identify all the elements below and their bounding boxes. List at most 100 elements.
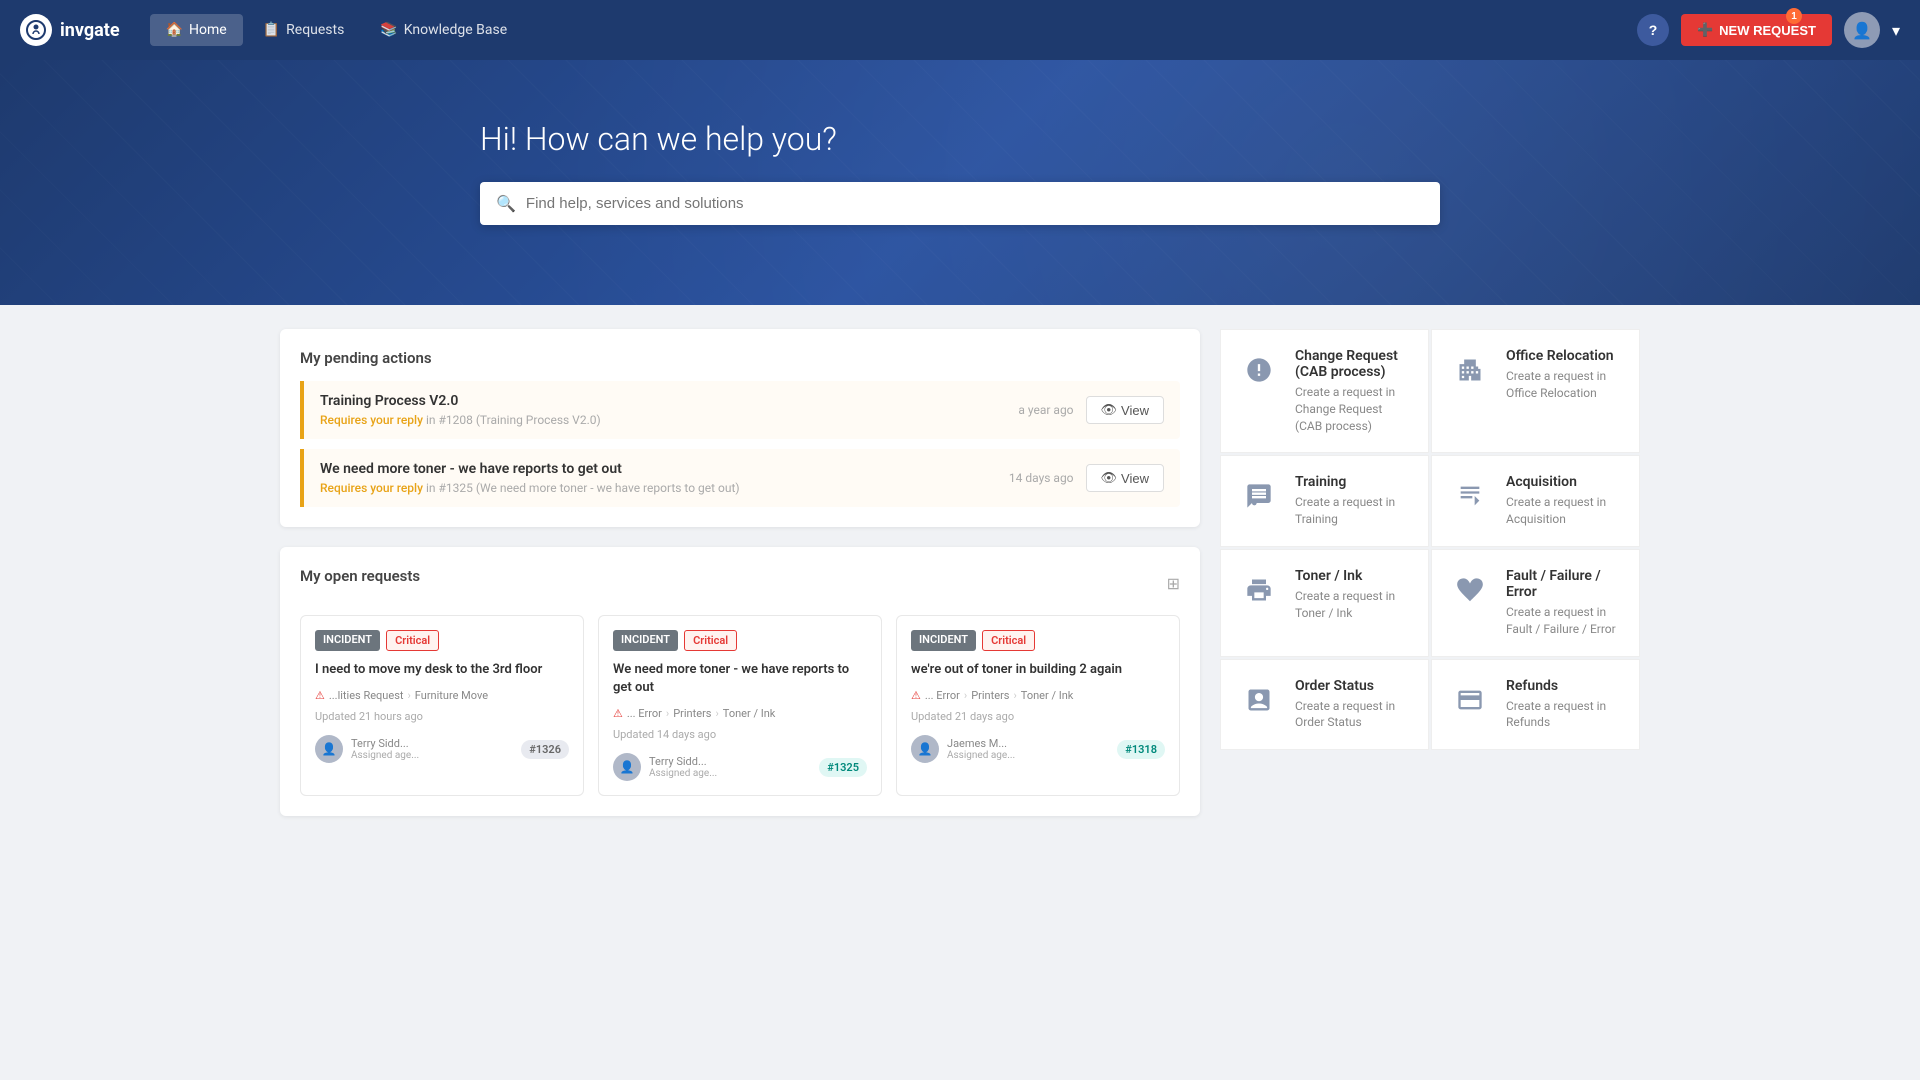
nav-requests[interactable]: 📋 Requests: [247, 14, 361, 46]
catalog-icon-3: [1448, 474, 1492, 518]
card-user-name-2: Jaemes M...: [947, 737, 1015, 750]
brand-logo[interactable]: invgate: [20, 14, 120, 46]
user-menu-chevron[interactable]: ▾: [1892, 21, 1900, 40]
catalog-item-3[interactable]: Acquisition Create a request in Acquisit…: [1431, 455, 1640, 547]
card-path-1: ⚠ ... Error›Printers›Toner / Ink: [613, 707, 867, 720]
kb-icon: 📚: [380, 22, 397, 38]
catalog-name-2: Training: [1295, 474, 1412, 490]
catalog-desc-7: Create a request in Refunds: [1506, 698, 1623, 732]
user-avatar[interactable]: 👤: [1844, 12, 1880, 48]
eye-icon: 👁: [1101, 402, 1118, 418]
path-segment: Toner / Ink: [723, 707, 776, 720]
info-button[interactable]: ?: [1637, 14, 1669, 46]
new-request-label: NEW REQUEST: [1719, 23, 1816, 38]
tag-incident-2: INCIDENT: [911, 630, 976, 651]
navbar: invgate 🏠 Home 📋 Requests 📚 Knowledge Ba…: [0, 0, 1920, 60]
pending-item-1-right: 14 days ago 👁 View: [1009, 464, 1164, 492]
catalog-text-5: Fault / Failure / Error Create a request…: [1506, 568, 1623, 638]
request-card-1[interactable]: INCIDENT Critical We need more toner - w…: [598, 615, 882, 796]
pending-item-1-title: We need more toner - we have reports to …: [320, 461, 740, 477]
catalog-name-6: Order Status: [1295, 678, 1412, 694]
nav-links: 🏠 Home 📋 Requests 📚 Knowledge Base: [150, 14, 1637, 46]
pending-item-0-view[interactable]: 👁 View: [1086, 396, 1164, 424]
card-updated-0: Updated 21 hours ago: [315, 710, 569, 723]
catalog-icon-1: [1448, 348, 1492, 392]
pending-item-1-detail: in #1325 (We need more toner - we have r…: [426, 481, 740, 495]
catalog-icon-2: [1237, 474, 1281, 518]
catalog-desc-3: Create a request in Acquisition: [1506, 494, 1623, 528]
path-segment: Toner / Ink: [1021, 689, 1074, 702]
catalog-item-6[interactable]: Order Status Create a request in Order S…: [1220, 659, 1429, 751]
card-assigned-label-0: Assigned age...: [351, 750, 419, 761]
open-requests-header: My open requests ⊞: [300, 567, 1180, 599]
card-path-2: ⚠ ... Error›Printers›Toner / Ink: [911, 689, 1165, 702]
catalog-item-5[interactable]: Fault / Failure / Error Create a request…: [1431, 549, 1640, 657]
tag-incident-1: INCIDENT: [613, 630, 678, 651]
pending-item-0-detail: in #1208 (Training Process V2.0): [426, 413, 601, 427]
nav-home[interactable]: 🏠 Home: [150, 14, 243, 46]
pending-item-0-time: a year ago: [1018, 403, 1073, 417]
catalog-name-7: Refunds: [1506, 678, 1623, 694]
card-user-avatar-0: 👤: [315, 735, 343, 763]
catalog-desc-4: Create a request in Toner / Ink: [1295, 588, 1412, 622]
card-user-2: 👤 Jaemes M... Assigned age...: [911, 735, 1015, 763]
card-assigned-label-2: Assigned age...: [947, 750, 1015, 761]
pending-item-0[interactable]: Training Process V2.0 Requires your repl…: [300, 381, 1180, 439]
tag-incident-0: INCIDENT: [315, 630, 380, 651]
request-card-0[interactable]: INCIDENT Critical I need to move my desk…: [300, 615, 584, 796]
catalog-text-2: Training Create a request in Training: [1295, 474, 1412, 528]
catalog-icon-4: [1237, 568, 1281, 612]
card-user-avatar-1: 👤: [613, 753, 641, 781]
catalog-text-1: Office Relocation Create a request in Of…: [1506, 348, 1623, 402]
card-updated-2: Updated 21 days ago: [911, 710, 1165, 723]
catalog-desc-2: Create a request in Training: [1295, 494, 1412, 528]
pending-title: My pending actions: [300, 349, 1180, 367]
catalog-item-7[interactable]: Refunds Create a request in Refunds: [1431, 659, 1640, 751]
pending-item-1-view[interactable]: 👁 View: [1086, 464, 1164, 492]
pending-item-0-title: Training Process V2.0: [320, 393, 601, 409]
card-ticket-0: #1326: [521, 740, 569, 759]
path-segment: ...lities Request: [329, 689, 404, 702]
tag-priority-0: Critical: [386, 630, 439, 651]
path-segment: Furniture Move: [415, 689, 488, 702]
card-ticket-1: #1325: [819, 758, 867, 777]
catalog-item-0[interactable]: Change Request (CAB process) Create a re…: [1220, 329, 1429, 453]
catalog-text-0: Change Request (CAB process) Create a re…: [1295, 348, 1412, 434]
notification-badge: 1: [1786, 8, 1802, 24]
card-footer-1: 👤 Terry Sidd... Assigned age... #1325: [613, 753, 867, 781]
view-label-0: View: [1121, 403, 1149, 418]
pending-item-1[interactable]: We need more toner - we have reports to …: [300, 449, 1180, 507]
nav-knowledge-base[interactable]: 📚 Knowledge Base: [364, 14, 523, 46]
alert-icon-0: ⚠: [315, 689, 325, 702]
card-footer-2: 👤 Jaemes M... Assigned age... #1318: [911, 735, 1165, 763]
path-separator: ›: [715, 707, 718, 720]
tag-priority-1: Critical: [684, 630, 737, 651]
catalog-text-7: Refunds Create a request in Refunds: [1506, 678, 1623, 732]
nav-kb-label: Knowledge Base: [404, 22, 507, 38]
path-separator: ›: [964, 689, 967, 702]
card-footer-0: 👤 Terry Sidd... Assigned age... #1326: [315, 735, 569, 763]
card-ticket-2: #1318: [1117, 740, 1165, 759]
pending-item-1-time: 14 days ago: [1009, 471, 1074, 485]
nav-requests-label: Requests: [286, 22, 344, 38]
path-segment: ... Error: [925, 689, 960, 702]
catalog-item-4[interactable]: Toner / Ink Create a request in Toner / …: [1220, 549, 1429, 657]
hero-section: Hi! How can we help you? 🔍: [0, 60, 1920, 305]
catalog-item-1[interactable]: Office Relocation Create a request in Of…: [1431, 329, 1640, 453]
grid-view-icon[interactable]: ⊞: [1167, 574, 1180, 593]
new-request-button[interactable]: ➕ NEW REQUEST 1: [1681, 14, 1832, 46]
right-panel: Change Request (CAB process) Create a re…: [1220, 329, 1640, 816]
pending-section: My pending actions Training Process V2.0…: [280, 329, 1200, 527]
catalog-name-4: Toner / Ink: [1295, 568, 1412, 584]
search-bar: 🔍: [480, 182, 1440, 225]
card-user-name-1: Terry Sidd...: [649, 755, 717, 768]
catalog-item-2[interactable]: Training Create a request in Training: [1220, 455, 1429, 547]
request-card-2[interactable]: INCIDENT Critical we're out of toner in …: [896, 615, 1180, 796]
pending-item-0-right: a year ago 👁 View: [1018, 396, 1164, 424]
search-icon: 🔍: [496, 194, 516, 213]
search-input[interactable]: [526, 195, 1424, 212]
card-user-avatar-2: 👤: [911, 735, 939, 763]
path-segment: Printers: [673, 707, 711, 720]
catalog-text-6: Order Status Create a request in Order S…: [1295, 678, 1412, 732]
card-assigned-label-1: Assigned age...: [649, 768, 717, 779]
